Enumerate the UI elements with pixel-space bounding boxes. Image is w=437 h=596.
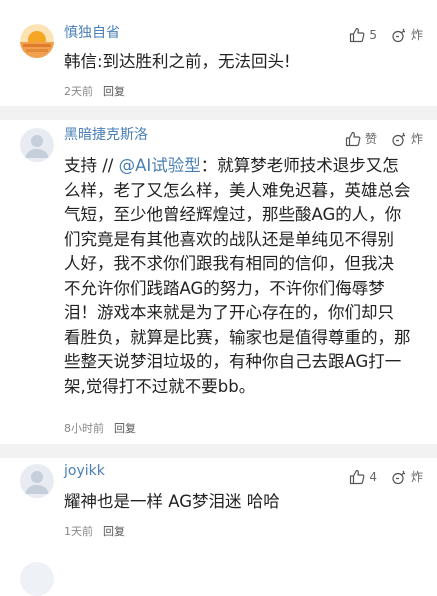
text-line: 看胜负，就算是比赛，输家也是值得尊重的，那 bbox=[64, 327, 411, 347]
text-line: 气短，至少他曾经辉煌过，那些酸AG的人，你 bbox=[64, 205, 402, 224]
text-segment: ：就算梦老师技术退步又怎 bbox=[200, 156, 399, 175]
thumbs-up-icon bbox=[345, 131, 361, 146]
reply-button[interactable]: 回复 bbox=[103, 525, 125, 539]
comment-item: joyikk 4 炸 耀神也是一样 AG梦泪迷 哈哈 1天前 回复 bbox=[0, 458, 437, 558]
thumbs-up-icon bbox=[350, 27, 365, 42]
avatar[interactable] bbox=[20, 128, 54, 162]
comment-actions: 5 炸 bbox=[349, 26, 423, 43]
bomb-button[interactable]: 炸 bbox=[391, 468, 423, 485]
text-line: 架,觉得打不过就不要bb。 bbox=[64, 376, 256, 396]
username[interactable]: 黑暗捷克斯洛 bbox=[64, 126, 148, 144]
avatar[interactable] bbox=[20, 464, 54, 498]
like-count: 4 bbox=[369, 469, 377, 484]
text-line: 泪！游戏本来就是为了开心存在的，你们却只 bbox=[64, 303, 394, 322]
bomb-icon bbox=[392, 28, 406, 42]
comment-meta: 2天前 回复 bbox=[64, 85, 125, 99]
reply-button[interactable]: 回复 bbox=[103, 85, 125, 99]
like-button[interactable]: 5 bbox=[349, 27, 377, 43]
divider bbox=[0, 444, 437, 458]
like-label: 赞 bbox=[364, 132, 377, 146]
bomb-label: 炸 bbox=[410, 28, 423, 42]
username[interactable]: joyikk bbox=[64, 462, 105, 480]
bomb-label: 炸 bbox=[410, 132, 423, 146]
text-prefix: 支持 // bbox=[64, 156, 119, 175]
thumbs-up-icon bbox=[350, 469, 365, 484]
comment-meta: 8小时前 回复 bbox=[64, 422, 136, 436]
text-line: 些整天说梦泪垃圾的，有种你自己去跟AG打一 bbox=[64, 352, 402, 371]
bomb-icon bbox=[392, 132, 406, 146]
avatar[interactable] bbox=[20, 24, 54, 58]
text-line: 人好，我不求你们跟我有相同的信仰，但我决 bbox=[64, 254, 394, 273]
like-button[interactable]: 赞 bbox=[345, 130, 377, 147]
comment-text: 耀神也是一样 AG梦泪迷 哈哈 bbox=[64, 492, 280, 511]
comment-text: 韩信:到达胜利之前，无法回头! bbox=[64, 52, 291, 71]
like-button[interactable]: 4 bbox=[349, 469, 377, 485]
timestamp: 1天前 bbox=[64, 525, 93, 538]
bomb-button[interactable]: 炸 bbox=[391, 130, 423, 147]
text-line: 不允许你们践踏AG的努力，不许你们侮辱梦 bbox=[64, 278, 385, 298]
text-line: 么样，老了又怎么样，美人难免迟暮，英雄总会 bbox=[64, 180, 411, 200]
comment-item: 慎独自省 5 炸 韩信:到达胜利之前，无法回头! 2天前 回复 bbox=[0, 0, 437, 106]
comment-item: 黑暗捷克斯洛 赞 炸 支持 // @AI试验型：就算梦老师技术退步又怎 么样，老… bbox=[0, 120, 437, 448]
comment-meta: 1天前 回复 bbox=[64, 525, 125, 539]
comment-actions: 赞 炸 bbox=[345, 130, 423, 147]
comment-actions: 4 炸 bbox=[349, 468, 423, 485]
like-count: 5 bbox=[369, 27, 377, 42]
divider bbox=[0, 106, 437, 120]
comment-text: 支持 // @AI试验型：就算梦老师技术退步又怎 么样，老了又怎么样，美人难免迟… bbox=[64, 154, 426, 399]
bomb-label: 炸 bbox=[410, 470, 423, 484]
avatar[interactable] bbox=[20, 562, 54, 596]
bomb-button[interactable]: 炸 bbox=[391, 26, 423, 43]
text-line: 支持 // @AI试验型：就算梦老师技术退步又怎 bbox=[64, 154, 426, 179]
reply-button[interactable]: 回复 bbox=[114, 422, 136, 436]
mention-link[interactable]: @AI试验型 bbox=[119, 156, 201, 175]
timestamp: 2天前 bbox=[64, 85, 93, 98]
text-line: 们究竟是有其他喜欢的战队还是单纯见不得别 bbox=[64, 229, 394, 249]
bomb-icon bbox=[392, 470, 406, 484]
timestamp: 8小时前 bbox=[64, 422, 104, 435]
username[interactable]: 慎独自省 bbox=[64, 24, 120, 42]
